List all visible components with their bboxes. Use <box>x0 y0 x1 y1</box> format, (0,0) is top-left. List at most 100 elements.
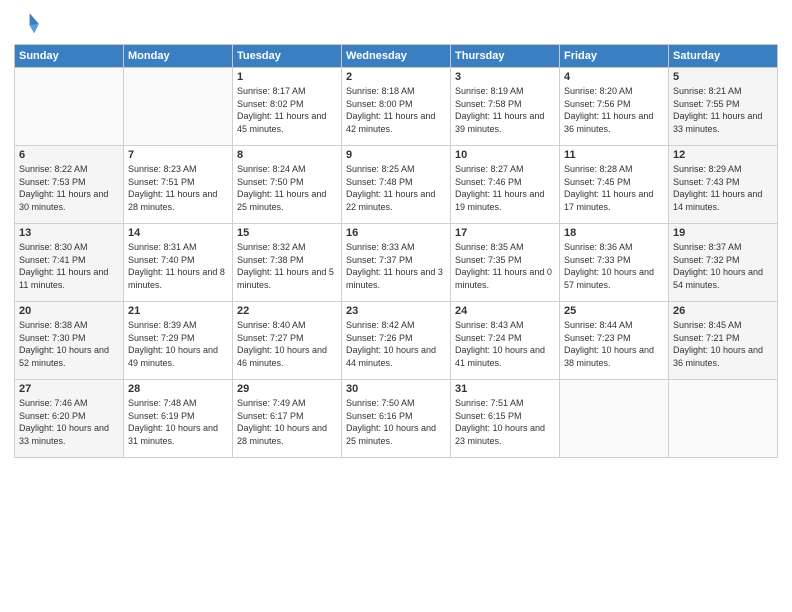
calendar-cell: 9 Sunrise: 8:25 AM Sunset: 7:48 PM Daylig… <box>342 146 451 224</box>
calendar-cell <box>124 68 233 146</box>
calendar-cell: 14 Sunrise: 8:31 AM Sunset: 7:40 PM Dayli… <box>124 224 233 302</box>
day-number: 9 <box>346 149 446 161</box>
day-info: Sunrise: 7:49 AM Sunset: 6:17 PM Dayligh… <box>237 397 337 447</box>
day-number: 31 <box>455 383 555 395</box>
day-number: 27 <box>19 383 119 395</box>
day-info: Sunrise: 7:46 AM Sunset: 6:20 PM Dayligh… <box>19 397 119 447</box>
day-header-saturday: Saturday <box>669 45 778 68</box>
day-header-tuesday: Tuesday <box>233 45 342 68</box>
day-info: Sunrise: 8:27 AM Sunset: 7:46 PM Dayligh… <box>455 163 555 213</box>
calendar-cell: 15Sunrise: 8:32 AM Sunset: 7:38 PM Dayli… <box>233 224 342 302</box>
day-info: Sunrise: 7:51 AM Sunset: 6:15 PM Dayligh… <box>455 397 555 447</box>
logo <box>14 10 46 38</box>
day-info: Sunrise: 8:28 AM Sunset: 7:45 PM Dayligh… <box>564 163 664 213</box>
day-info: Sunrise: 8:35 AM Sunset: 7:35 PM Dayligh… <box>455 241 555 291</box>
header <box>14 10 778 38</box>
day-info: Sunrise: 8:37 AM Sunset: 7:32 PM Dayligh… <box>673 241 773 291</box>
logo-icon <box>14 10 42 38</box>
day-info: Sunrise: 8:29 AM Sunset: 7:43 PM Dayligh… <box>673 163 773 213</box>
day-number: 17 <box>455 227 555 239</box>
day-info: Sunrise: 8:21 AM Sunset: 7:55 PM Dayligh… <box>673 85 773 135</box>
day-info: Sunrise: 8:33 AM Sunset: 7:37 PM Dayligh… <box>346 241 446 291</box>
day-info: Sunrise: 8:20 AM Sunset: 7:56 PM Dayligh… <box>564 85 664 135</box>
calendar-cell <box>15 68 124 146</box>
calendar-cell: 19 Sunrise: 8:37 AM Sunset: 7:32 PM Dayli… <box>669 224 778 302</box>
calendar-cell: 1 Sunrise: 8:17 AM Sunset: 8:02 PM Daylig… <box>233 68 342 146</box>
day-number: 4 <box>564 71 664 83</box>
day-number: 25 <box>564 305 664 317</box>
day-header-sunday: Sunday <box>15 45 124 68</box>
calendar-cell: 12 Sunrise: 8:29 AM Sunset: 7:43 PM Dayli… <box>669 146 778 224</box>
calendar-cell: 31 Sunrise: 7:51 AM Sunset: 6:15 PM Dayli… <box>451 380 560 458</box>
day-number: 6 <box>19 149 119 161</box>
day-number: 8 <box>237 149 337 161</box>
day-number: 15 <box>237 227 337 239</box>
day-number: 28 <box>128 383 228 395</box>
calendar-cell: 20Sunrise: 8:38 AM Sunset: 7:30 PM Dayli… <box>15 302 124 380</box>
day-number: 23 <box>346 305 446 317</box>
day-header-wednesday: Wednesday <box>342 45 451 68</box>
calendar-cell: 11 Sunrise: 8:28 AM Sunset: 7:45 PM Dayli… <box>560 146 669 224</box>
day-info: Sunrise: 8:31 AM Sunset: 7:40 PM Dayligh… <box>128 241 228 291</box>
calendar-cell: 28 Sunrise: 7:48 AM Sunset: 6:19 PM Dayli… <box>124 380 233 458</box>
day-header-friday: Friday <box>560 45 669 68</box>
day-info: Sunrise: 8:36 AM Sunset: 7:33 PM Dayligh… <box>564 241 664 291</box>
calendar-cell: 10 Sunrise: 8:27 AM Sunset: 7:46 PM Dayli… <box>451 146 560 224</box>
day-info: Sunrise: 8:42 AM Sunset: 7:26 PM Dayligh… <box>346 319 446 369</box>
calendar-cell: 25Sunrise: 8:44 AM Sunset: 7:23 PM Dayli… <box>560 302 669 380</box>
day-number: 29 <box>237 383 337 395</box>
calendar-cell: 23 Sunrise: 8:42 AM Sunset: 7:26 PM Dayli… <box>342 302 451 380</box>
day-number: 18 <box>564 227 664 239</box>
day-info: Sunrise: 8:39 AM Sunset: 7:29 PM Dayligh… <box>128 319 228 369</box>
day-info: Sunrise: 7:50 AM Sunset: 6:16 PM Dayligh… <box>346 397 446 447</box>
day-number: 24 <box>455 305 555 317</box>
week-row-1: 1 Sunrise: 8:17 AM Sunset: 8:02 PM Daylig… <box>15 68 778 146</box>
calendar-cell: 24 Sunrise: 8:43 AM Sunset: 7:24 PM Dayli… <box>451 302 560 380</box>
day-info: Sunrise: 8:19 AM Sunset: 7:58 PM Dayligh… <box>455 85 555 135</box>
day-info: Sunrise: 8:43 AM Sunset: 7:24 PM Dayligh… <box>455 319 555 369</box>
day-number: 3 <box>455 71 555 83</box>
day-number: 10 <box>455 149 555 161</box>
day-number: 5 <box>673 71 773 83</box>
day-info: Sunrise: 8:25 AM Sunset: 7:48 PM Dayligh… <box>346 163 446 213</box>
calendar-cell <box>560 380 669 458</box>
week-row-2: 6 Sunrise: 8:22 AM Sunset: 7:53 PM Daylig… <box>15 146 778 224</box>
day-info: Sunrise: 8:18 AM Sunset: 8:00 PM Dayligh… <box>346 85 446 135</box>
calendar-cell: 26 Sunrise: 8:45 AM Sunset: 7:21 PM Dayli… <box>669 302 778 380</box>
day-number: 16 <box>346 227 446 239</box>
day-info: Sunrise: 8:23 AM Sunset: 7:51 PM Dayligh… <box>128 163 228 213</box>
calendar-cell: 2Sunrise: 8:18 AM Sunset: 8:00 PM Daylig… <box>342 68 451 146</box>
day-info: Sunrise: 8:24 AM Sunset: 7:50 PM Dayligh… <box>237 163 337 213</box>
calendar-cell: 17 Sunrise: 8:35 AM Sunset: 7:35 PM Dayli… <box>451 224 560 302</box>
calendar-cell: 18 Sunrise: 8:36 AM Sunset: 7:33 PM Dayli… <box>560 224 669 302</box>
day-info: Sunrise: 8:17 AM Sunset: 8:02 PM Dayligh… <box>237 85 337 135</box>
calendar-cell: 5 Sunrise: 8:21 AM Sunset: 7:55 PM Daylig… <box>669 68 778 146</box>
day-info: Sunrise: 8:22 AM Sunset: 7:53 PM Dayligh… <box>19 163 119 213</box>
calendar-table: SundayMondayTuesdayWednesdayThursdayFrid… <box>14 44 778 458</box>
day-number: 19 <box>673 227 773 239</box>
calendar-cell: 29 Sunrise: 7:49 AM Sunset: 6:17 PM Dayli… <box>233 380 342 458</box>
day-number: 26 <box>673 305 773 317</box>
calendar-cell: 6 Sunrise: 8:22 AM Sunset: 7:53 PM Daylig… <box>15 146 124 224</box>
header-row: SundayMondayTuesdayWednesdayThursdayFrid… <box>15 45 778 68</box>
day-number: 11 <box>564 149 664 161</box>
page-container: SundayMondayTuesdayWednesdayThursdayFrid… <box>0 0 792 468</box>
calendar-cell: 8 Sunrise: 8:24 AM Sunset: 7:50 PM Daylig… <box>233 146 342 224</box>
day-number: 30 <box>346 383 446 395</box>
calendar-cell: 27 Sunrise: 7:46 AM Sunset: 6:20 PM Dayli… <box>15 380 124 458</box>
day-number: 1 <box>237 71 337 83</box>
day-number: 13 <box>19 227 119 239</box>
day-number: 12 <box>673 149 773 161</box>
week-row-3: 13Sunrise: 8:30 AM Sunset: 7:41 PM Dayli… <box>15 224 778 302</box>
calendar-cell: 22Sunrise: 8:40 AM Sunset: 7:27 PM Dayli… <box>233 302 342 380</box>
day-header-thursday: Thursday <box>451 45 560 68</box>
day-number: 20 <box>19 305 119 317</box>
calendar-cell: 3 Sunrise: 8:19 AM Sunset: 7:58 PM Daylig… <box>451 68 560 146</box>
day-number: 21 <box>128 305 228 317</box>
week-row-5: 27 Sunrise: 7:46 AM Sunset: 6:20 PM Dayli… <box>15 380 778 458</box>
day-header-monday: Monday <box>124 45 233 68</box>
calendar-cell <box>669 380 778 458</box>
day-info: Sunrise: 8:45 AM Sunset: 7:21 PM Dayligh… <box>673 319 773 369</box>
day-info: Sunrise: 7:48 AM Sunset: 6:19 PM Dayligh… <box>128 397 228 447</box>
day-number: 14 <box>128 227 228 239</box>
